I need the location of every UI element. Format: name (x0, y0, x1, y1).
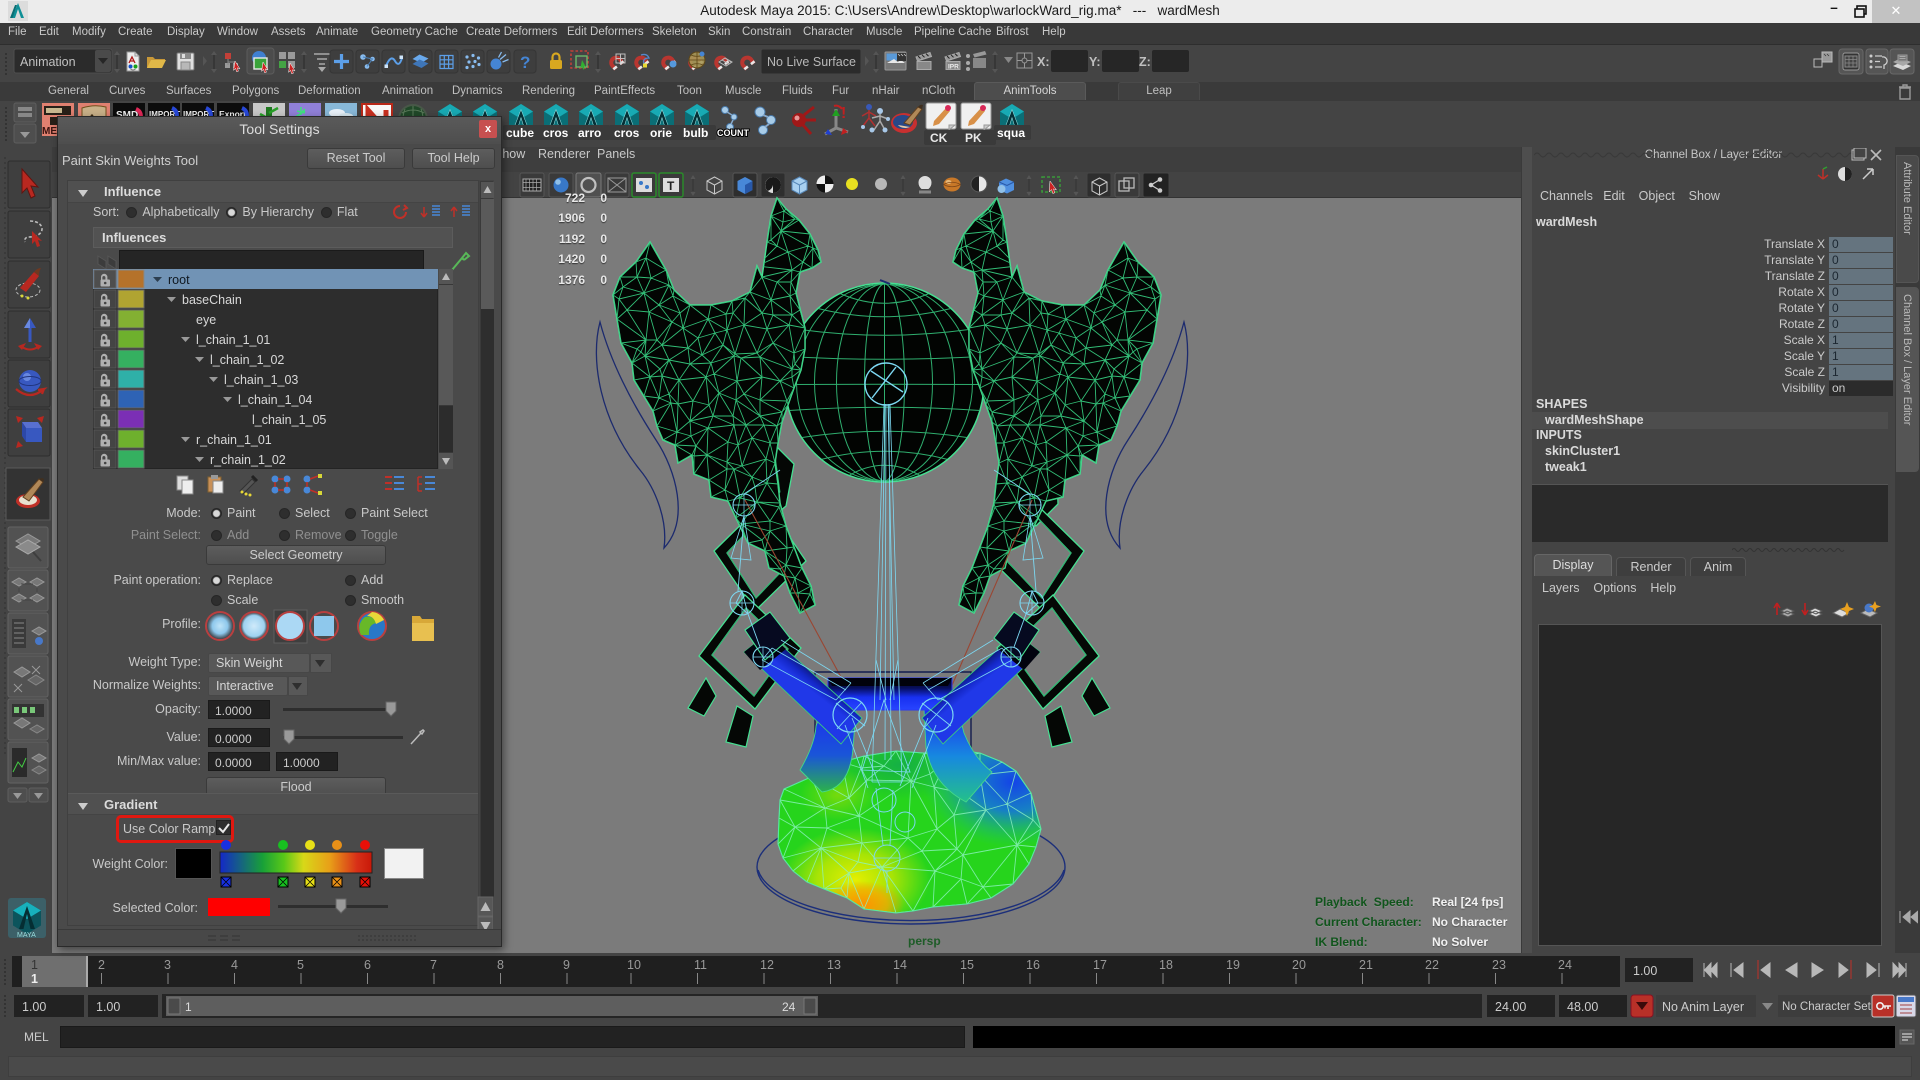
svg-text:22: 22 (1425, 958, 1439, 972)
svg-text:11: 11 (694, 958, 707, 972)
svg-text:IPR: IPR (948, 64, 959, 71)
svg-text:15: 15 (960, 958, 974, 972)
svg-text:No Character Set: No Character Set (1782, 1001, 1872, 1013)
svg-text:!: ! (841, 105, 846, 122)
svg-text:4: 4 (231, 958, 238, 972)
svg-text:No Live Surface: No Live Surface (767, 55, 856, 69)
svg-text:1: 1 (185, 1000, 192, 1014)
svg-text:baseChain: baseChain (182, 293, 242, 307)
svg-text:bulb: bulb (683, 126, 708, 140)
svg-text:r_chain_1_02: r_chain_1_02 (210, 453, 286, 467)
svg-text:24.00: 24.00 (1495, 1000, 1526, 1014)
svg-text:Animation: Animation (20, 55, 76, 69)
svg-text:l_chain_1_01: l_chain_1_01 (196, 333, 270, 347)
svg-text:19: 19 (1226, 958, 1240, 972)
svg-text:l_chain_1_02: l_chain_1_02 (210, 353, 284, 367)
svg-text:1: 1 (31, 972, 38, 986)
svg-text:root: root (168, 273, 190, 287)
svg-text:18: 18 (1159, 958, 1173, 972)
svg-text:8: 8 (497, 958, 504, 972)
svg-text:PK: PK (965, 131, 982, 145)
svg-text:21: 21 (1359, 958, 1373, 972)
svg-text:orie: orie (650, 126, 672, 140)
svg-text:13: 13 (827, 958, 841, 972)
svg-text:CK: CK (930, 131, 948, 145)
svg-text:24: 24 (782, 1000, 796, 1014)
svg-text:16: 16 (1026, 958, 1040, 972)
svg-text:l_chain_1_05: l_chain_1_05 (252, 413, 326, 427)
svg-text:Y:: Y: (1089, 55, 1101, 69)
svg-text:arro: arro (578, 126, 601, 140)
svg-text:l_chain_1_04: l_chain_1_04 (238, 393, 312, 407)
svg-text:cube: cube (506, 126, 534, 140)
svg-text:17: 17 (1093, 958, 1107, 972)
svg-text:5: 5 (297, 958, 304, 972)
svg-text:cros: cros (543, 126, 569, 140)
svg-text:3: 3 (164, 958, 171, 972)
svg-text:l_chain_1_03: l_chain_1_03 (224, 373, 298, 387)
svg-text:14: 14 (893, 958, 907, 972)
svg-text:20: 20 (1292, 958, 1306, 972)
svg-text:10: 10 (627, 958, 641, 972)
svg-text:1.00: 1.00 (22, 1000, 46, 1014)
svg-text:9: 9 (563, 958, 570, 972)
svg-text:6: 6 (364, 958, 371, 972)
svg-text:2: 2 (98, 958, 105, 972)
svg-text:MAYA: MAYA (17, 932, 36, 939)
svg-text:Z:: Z: (1139, 55, 1151, 69)
svg-text:squa: squa (997, 126, 1025, 140)
svg-text:ME: ME (42, 126, 57, 137)
svg-text:cros: cros (614, 126, 640, 140)
svg-text:1.00: 1.00 (1633, 964, 1657, 978)
svg-text:1: 1 (31, 958, 38, 972)
svg-text:1.00: 1.00 (96, 1000, 120, 1014)
svg-text:X:: X: (1037, 55, 1050, 69)
svg-text:COUNT: COUNT (717, 128, 749, 138)
svg-text:24: 24 (1558, 958, 1572, 972)
svg-text:r_chain_1_01: r_chain_1_01 (196, 433, 272, 447)
svg-text:?: ? (520, 53, 530, 72)
svg-text:eye: eye (196, 313, 216, 327)
svg-text:7: 7 (430, 958, 437, 972)
svg-text:48.00: 48.00 (1567, 1000, 1598, 1014)
svg-text:12: 12 (760, 958, 774, 972)
svg-text:No Anim Layer: No Anim Layer (1662, 1000, 1744, 1014)
svg-text:23: 23 (1492, 958, 1506, 972)
